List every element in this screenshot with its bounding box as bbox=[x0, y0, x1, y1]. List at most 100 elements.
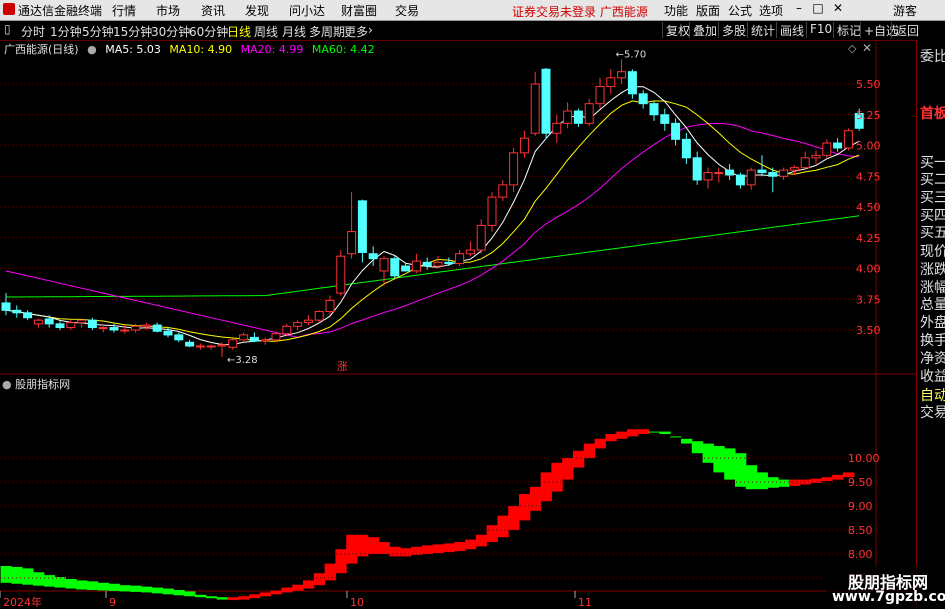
band-segment bbox=[54, 577, 66, 588]
candle-body bbox=[444, 261, 454, 265]
menu-discover[interactable]: 发现 bbox=[245, 2, 269, 19]
panel-trade-label[interactable]: 交易 bbox=[920, 402, 945, 422]
menu-market[interactable]: 市场 bbox=[156, 2, 180, 19]
band-segment bbox=[475, 534, 488, 547]
ma20-line bbox=[5, 122, 860, 338]
y-tick-label: 4.25 bbox=[856, 232, 881, 245]
y-tick-label: 5.25 bbox=[856, 109, 881, 122]
period-weekly[interactable]: 周线 bbox=[254, 23, 278, 40]
ma5-line bbox=[5, 86, 860, 345]
period-daily[interactable]: 日线 bbox=[227, 23, 251, 40]
band-segment bbox=[756, 472, 768, 490]
period-15min[interactable]: 15分钟 bbox=[113, 23, 152, 40]
band-segment bbox=[151, 587, 164, 594]
band-segment bbox=[249, 594, 261, 599]
candle-body bbox=[271, 333, 281, 341]
candle-body bbox=[87, 319, 97, 329]
menu-guest[interactable]: 游客 bbox=[893, 2, 917, 19]
menu-options[interactable]: 选项 bbox=[759, 2, 783, 19]
menu-quotes[interactable]: 行情 bbox=[112, 2, 136, 19]
band-segment bbox=[821, 477, 833, 482]
panel-buy2-label: 买二 bbox=[920, 172, 945, 188]
band-segment bbox=[562, 458, 574, 480]
candle-body bbox=[509, 152, 519, 186]
band-segment bbox=[65, 578, 77, 589]
period-60min[interactable]: 60分钟 bbox=[189, 23, 228, 40]
candle-body bbox=[44, 318, 54, 325]
ma60-path bbox=[6, 215, 860, 298]
draw-line-button[interactable]: 画线 bbox=[776, 22, 807, 38]
x-tick-label: 2024年 bbox=[3, 595, 42, 609]
band-segment bbox=[400, 548, 412, 557]
band-segment bbox=[205, 596, 218, 599]
minimize-icon[interactable]: – bbox=[790, 1, 808, 18]
period-1min[interactable]: 1分钟 bbox=[50, 23, 82, 40]
multi-stock-button[interactable]: 多股 bbox=[718, 22, 749, 38]
band-segment bbox=[367, 537, 380, 554]
chart-area[interactable]: ←5.70 ←3.28 涨 5.50 5.25 5.00 4.75 4.50 4.25 4.00… bbox=[0, 40, 916, 609]
candle-body bbox=[746, 169, 756, 186]
menu-trade[interactable]: 交易 bbox=[395, 2, 419, 19]
config-icon[interactable]: ◇ bbox=[848, 42, 856, 55]
panel-toggle-icon[interactable]: ▯ bbox=[4, 22, 11, 36]
ma20-path bbox=[5, 122, 860, 338]
settings-icon[interactable]: ● bbox=[87, 43, 97, 56]
candle-body bbox=[433, 261, 443, 267]
band-segment bbox=[292, 584, 304, 591]
close-icon[interactable]: ✕ bbox=[829, 1, 847, 18]
band-segment bbox=[702, 443, 714, 463]
candlesticks[interactable] bbox=[1, 59, 864, 358]
back-button[interactable]: 返回 bbox=[891, 22, 922, 38]
candle-body bbox=[811, 154, 821, 159]
indicator-band[interactable] bbox=[0, 429, 855, 601]
menu-wealth-circle[interactable]: 财富圈 bbox=[341, 2, 377, 19]
price-annotations: ←5.70 ←3.28 涨 bbox=[227, 49, 646, 373]
period-intraday[interactable]: 分时 bbox=[21, 23, 45, 40]
band-segment bbox=[540, 472, 552, 502]
menu-news[interactable]: 资讯 bbox=[201, 2, 225, 19]
period-multi[interactable]: 多周期 bbox=[309, 23, 345, 40]
band-segment bbox=[270, 590, 282, 595]
band-segment bbox=[648, 431, 660, 433]
menu-formula[interactable]: 公式 bbox=[728, 2, 752, 19]
f10-button[interactable]: F10 bbox=[806, 22, 835, 38]
candle-body bbox=[552, 122, 562, 134]
overlay-button[interactable]: 叠加 bbox=[689, 22, 720, 38]
band-segment bbox=[551, 462, 563, 492]
band-segment bbox=[76, 580, 88, 590]
indicator-settings-icon[interactable]: ● bbox=[2, 378, 12, 391]
maximize-icon[interactable]: □ bbox=[809, 1, 827, 18]
ma5-path bbox=[5, 86, 860, 345]
candle-body bbox=[33, 319, 43, 325]
menu-ask-xiaoda[interactable]: 问小达 bbox=[289, 2, 325, 19]
period-5min[interactable]: 5分钟 bbox=[82, 23, 114, 40]
stats-button[interactable]: 统计 bbox=[747, 22, 778, 38]
candle-body bbox=[325, 299, 335, 313]
candle-body bbox=[498, 184, 508, 198]
candle-body bbox=[239, 334, 249, 341]
menu-layout[interactable]: 版面 bbox=[696, 2, 720, 19]
candle-body bbox=[98, 327, 108, 330]
candle-body bbox=[185, 341, 195, 347]
close-panel-icon[interactable]: ✕ bbox=[862, 41, 872, 55]
quote-side-panel[interactable]: 委比 首板 买一 买二 买三 买四 买五 现价 涨跌 涨幅 总量 外盘 换手 净… bbox=[916, 40, 945, 609]
period-more[interactable]: 更多 bbox=[344, 23, 368, 40]
login-notice[interactable]: 证券交易未登录 广西能源 bbox=[512, 3, 648, 20]
candle-body bbox=[487, 196, 497, 226]
band-segment bbox=[119, 585, 131, 592]
ma5-label: MA5: 5.03 bbox=[105, 43, 161, 56]
y-tick-label: 4.50 bbox=[856, 201, 881, 214]
period-30min[interactable]: 30分钟 bbox=[151, 23, 190, 40]
watermark: 股朋指标网 www.7gpzb.com bbox=[826, 565, 945, 609]
panel-change-label: 涨跌 bbox=[920, 262, 945, 278]
candle-body bbox=[660, 114, 670, 124]
period-monthly[interactable]: 月线 bbox=[282, 23, 306, 40]
chevron-right-icon[interactable]: › bbox=[368, 23, 373, 37]
ind-y-tick-label: 9.50 bbox=[848, 476, 873, 489]
band-segment bbox=[335, 549, 347, 574]
candle-body bbox=[833, 142, 843, 149]
menu-function[interactable]: 功能 bbox=[664, 2, 688, 19]
low-price-label: ←3.28 bbox=[227, 355, 258, 366]
panel-outer-label: 外盘 bbox=[920, 315, 945, 331]
band-segment bbox=[691, 441, 704, 454]
